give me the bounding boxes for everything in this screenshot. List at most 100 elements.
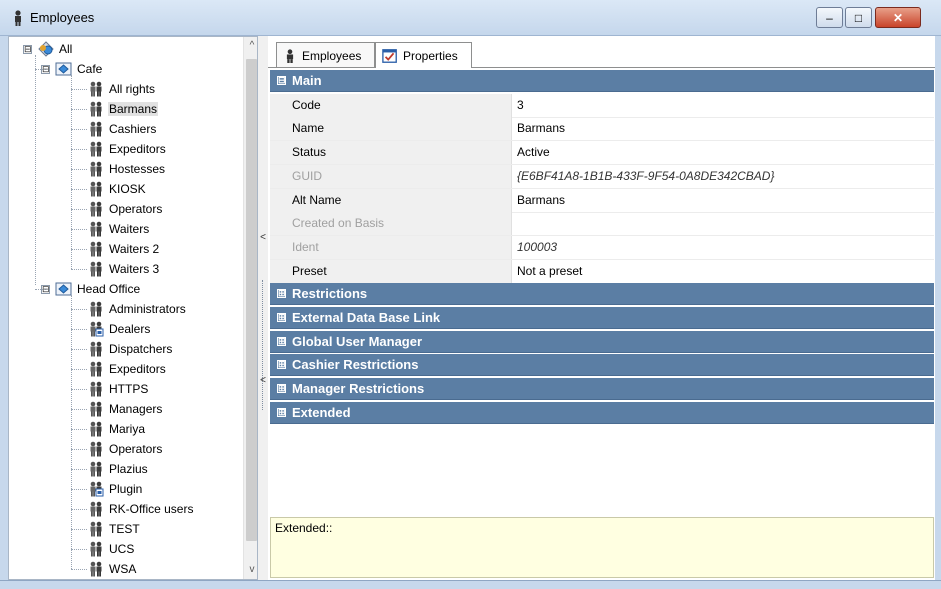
property-row[interactable]: Created on Basis	[270, 212, 934, 237]
tree-node-label: Managers	[109, 402, 163, 416]
tree-node[interactable]: Managers	[87, 399, 163, 419]
expand-toggle-icon[interactable]: ⊞	[277, 384, 286, 394]
tree-node[interactable]: Administrators	[87, 299, 187, 319]
property-value[interactable]: Barmans	[513, 117, 934, 140]
tree-node[interactable]: HTTPS	[87, 379, 149, 399]
maximize-button[interactable]: □	[845, 7, 872, 28]
scrollbar-thumb[interactable]	[246, 59, 257, 541]
user-group-icon	[90, 141, 102, 157]
property-name: Name	[270, 117, 512, 141]
section-title: Main	[292, 73, 322, 88]
tab-employees[interactable]: Employees	[276, 42, 375, 68]
property-value[interactable]: Barmans	[513, 189, 934, 212]
collapse-left-arrow-2[interactable]: <	[259, 374, 267, 388]
tab-strip: Employees Properties	[268, 36, 935, 68]
section-title: Manager Restrictions	[292, 381, 425, 397]
user-group-icon	[90, 81, 102, 97]
tree-connector	[71, 509, 87, 510]
collapse-left-arrow[interactable]: <	[259, 231, 267, 245]
section-manager-restrictions[interactable]: ⊞ Manager Restrictions	[270, 378, 934, 401]
tree-node[interactable]: Dispatchers	[87, 339, 173, 359]
property-row[interactable]: Status Active	[270, 141, 934, 166]
close-button[interactable]: ✕	[875, 7, 921, 28]
expand-toggle-icon[interactable]: ⊞	[277, 289, 286, 299]
tree-node[interactable]: Plazius	[87, 459, 149, 479]
employee-tree[interactable]: ^ v All ⊟ Cafe ⊟ All rights Barmans Cashiers Ex…	[8, 36, 258, 580]
user-group-icon	[90, 501, 102, 517]
tree-connector	[71, 329, 87, 330]
collapse-toggle[interactable]: ⊟	[23, 45, 32, 54]
tree-node[interactable]: Hostesses	[87, 159, 166, 179]
tree-node[interactable]: All rights	[87, 79, 156, 99]
person-icon	[286, 48, 294, 63]
tree-node[interactable]: WSA	[87, 559, 137, 579]
property-value[interactable]: Active	[513, 141, 934, 164]
tree-node[interactable]: Expeditors	[87, 139, 167, 159]
tree-node-label: Expeditors	[109, 362, 166, 376]
tree-node[interactable]: Head Office	[55, 279, 141, 299]
property-row[interactable]: Alt Name Barmans	[270, 188, 934, 213]
minimize-button[interactable]: –	[816, 7, 843, 28]
property-value[interactable]: 3	[513, 94, 934, 117]
tree-node[interactable]: Waiters 3	[87, 259, 160, 279]
user-group-icon	[90, 181, 102, 197]
user-group-icon	[90, 121, 102, 137]
section-cashier-restrictions[interactable]: ⊞ Cashier Restrictions	[270, 354, 934, 377]
tree-node[interactable]: Mariya	[87, 419, 146, 439]
property-row[interactable]: Code 3	[270, 93, 934, 118]
tree-node[interactable]: Barmans	[87, 99, 159, 119]
section-extended[interactable]: ⊞ Extended	[270, 401, 934, 424]
expand-toggle-icon[interactable]: ⊞	[277, 313, 286, 322]
tree-node[interactable]: Waiters	[87, 219, 150, 239]
user-group-icon	[90, 241, 102, 257]
expand-toggle-icon[interactable]: ⊟	[277, 76, 286, 85]
tree-node[interactable]: Waiters 2	[87, 239, 160, 259]
tree-node[interactable]: Operators	[87, 199, 163, 219]
tree-connector	[71, 369, 87, 370]
tree-node[interactable]: Cafe	[55, 59, 103, 79]
tree-node-label: Mariya	[109, 422, 146, 436]
property-row[interactable]: Ident 100003	[270, 235, 934, 260]
tree-node[interactable]: KIOSK	[87, 179, 147, 199]
close-icon: ✕	[892, 10, 904, 25]
property-row[interactable]: GUID {E6BF41A8-1B1B-433F-9F54-0A8DE342CBA…	[270, 164, 934, 189]
property-grid[interactable]: ⊟ Main Code 3 Name Barmans Status Active GUID {E6…	[270, 70, 934, 510]
property-row[interactable]: Preset Not a preset	[270, 259, 934, 284]
window-frame-right	[935, 36, 941, 583]
tree-node-label: RK-Office users	[109, 502, 194, 516]
tree-node[interactable]: Operators	[87, 439, 163, 459]
tree-node-label: WSA	[109, 562, 137, 576]
scroll-down-button[interactable]: v	[244, 561, 257, 579]
tree-node[interactable]: Plugin	[87, 479, 143, 499]
title-bar: Employees – □ ✕	[0, 0, 941, 36]
user-group-icon	[90, 201, 102, 217]
expand-toggle-icon[interactable]: ⊞	[277, 336, 286, 346]
section-restrictions[interactable]: ⊞ Restrictions	[270, 283, 934, 306]
tree-node-label: Operators	[109, 202, 163, 216]
scroll-up-button[interactable]: ^	[244, 37, 257, 55]
section-main[interactable]: ⊟ Main	[270, 70, 934, 92]
user-group-locked-icon	[90, 321, 104, 337]
property-value[interactable]: Not a preset	[513, 260, 934, 283]
section-external-data-base-link[interactable]: ⊞ External Data Base Link	[270, 307, 934, 329]
tree-node[interactable]: Expeditors	[87, 359, 167, 379]
tab-properties[interactable]: Properties	[375, 42, 472, 68]
expand-toggle-icon[interactable]: ⊞	[277, 407, 286, 417]
expand-toggle-icon[interactable]: ⊞	[277, 360, 286, 370]
panel-splitter[interactable]: < <	[258, 36, 268, 580]
tree-node[interactable]: UCS	[87, 539, 135, 559]
tree-node-label: Operators	[109, 442, 163, 456]
tree-connector	[71, 229, 87, 230]
tree-scrollbar[interactable]: ^ v	[243, 37, 257, 579]
tree-node[interactable]: Dealers	[87, 319, 151, 339]
tree-node[interactable]: RK-Office users	[87, 499, 194, 519]
property-name: GUID	[270, 164, 512, 188]
tree-node[interactable]: All	[37, 39, 73, 59]
property-name: Ident	[270, 235, 512, 259]
tree-node-label: Expeditors	[109, 142, 166, 156]
section-title: External Data Base Link	[292, 310, 441, 325]
tree-node[interactable]: Cashiers	[87, 119, 157, 139]
tree-node[interactable]: TEST	[87, 519, 141, 539]
section-global-user-manager[interactable]: ⊞ Global User Manager	[270, 330, 934, 353]
property-row[interactable]: Name Barmans	[270, 117, 934, 142]
